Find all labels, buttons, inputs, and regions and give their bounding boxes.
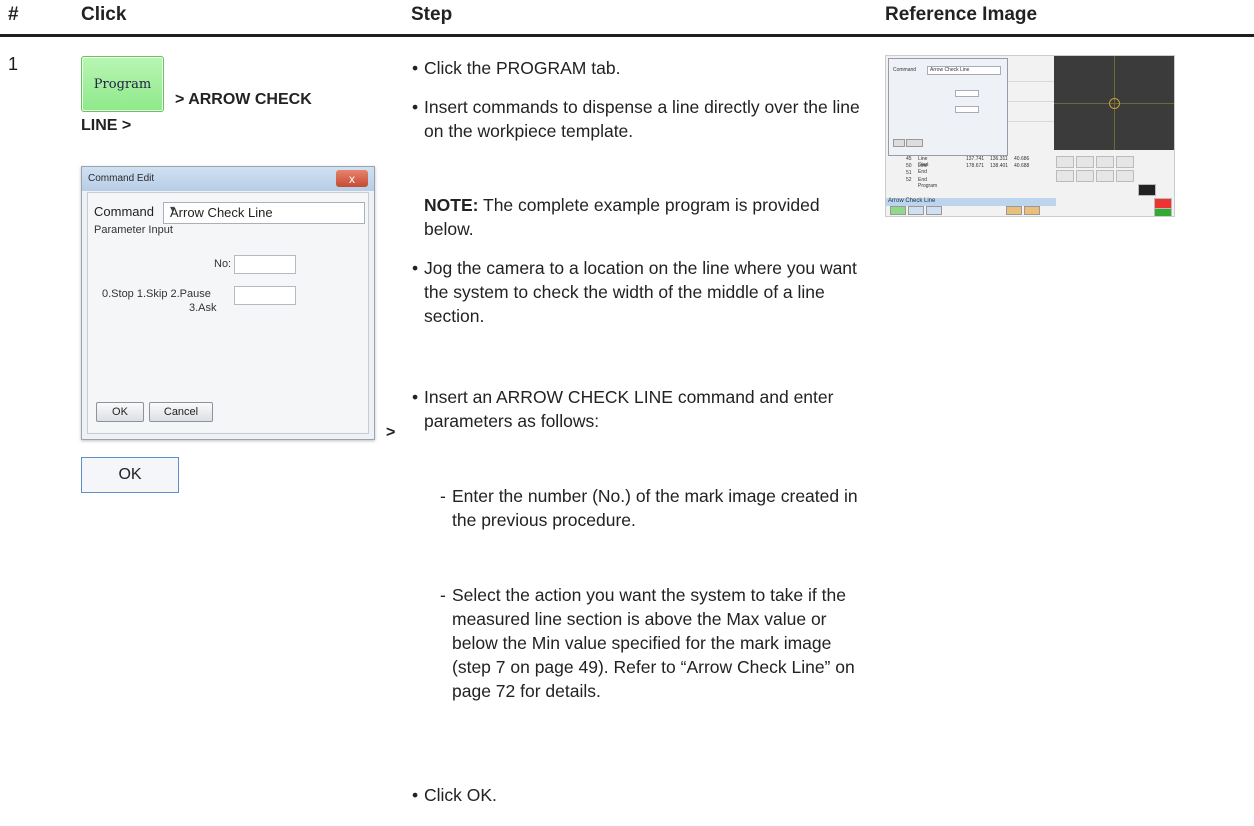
close-icon[interactable]: x: [336, 170, 368, 187]
column-header-number: #: [8, 4, 19, 25]
mini-ok-button: [893, 139, 905, 147]
dialog-title: Command Edit: [88, 173, 155, 184]
cell: 50: [906, 163, 912, 169]
mini-status-bar: Arrow Check Line: [886, 198, 1056, 206]
mini-field: [955, 90, 979, 97]
cell: 52: [906, 177, 912, 183]
mini-command-value: Arrow Check Line: [930, 67, 970, 73]
column-header-step: Step: [411, 4, 453, 25]
cell: 137.741: [966, 156, 985, 162]
key: [1096, 156, 1114, 168]
dialog-ok-button[interactable]: OK: [96, 402, 144, 422]
column-header-reference: Reference Image: [885, 4, 1038, 25]
step-item: • Jog the camera to a location on the li…: [412, 256, 874, 328]
header-rule: [0, 34, 1254, 37]
click-instruction-2: LINE >: [81, 117, 132, 134]
mini-field: [955, 106, 979, 113]
click-instruction-1: > ARROW CHECK: [175, 91, 312, 108]
key: [1116, 170, 1134, 182]
step-item: • Insert an ARROW CHECK LINE command and…: [412, 385, 874, 433]
no-label: No:: [214, 258, 232, 270]
cell: 45: [906, 156, 912, 162]
dialog-body: Command Arrow Check Line ▾ Parameter Inp…: [87, 192, 369, 434]
bullet-icon: •: [412, 785, 419, 805]
grid-line: [1008, 101, 1054, 102]
mini-toolbar-button: [890, 206, 906, 215]
dialog-cancel-button[interactable]: Cancel: [149, 402, 213, 422]
bullet-icon: •: [412, 58, 419, 78]
key: [1056, 170, 1074, 182]
grid-line: [1008, 81, 1054, 82]
step-item: • Click OK.: [412, 783, 874, 807]
mini-command-select: Arrow Check Line: [927, 66, 1001, 75]
mini-status-text: Arrow Check Line: [888, 198, 936, 204]
command-select[interactable]: Arrow Check Line ▾: [163, 202, 365, 224]
key: [1076, 170, 1094, 182]
sub-step-item: - Select the action you want the system …: [440, 583, 862, 703]
table-header: # Click Step Reference Image: [0, 0, 1254, 28]
click-arrow: >: [386, 424, 396, 441]
action-label-2: 3.Ask: [189, 302, 217, 314]
cell: 51: [906, 170, 912, 176]
action-label-1: 0.Stop 1.Skip 2.Pause: [102, 288, 211, 300]
step-item: • Insert commands to dispense a line dir…: [412, 95, 874, 143]
action-field[interactable]: [234, 286, 296, 305]
bullet-icon: •: [412, 258, 419, 278]
sub-step-text: Enter the number (No.) of the mark image…: [452, 486, 858, 530]
column-header-click: Click: [81, 4, 127, 25]
cell: 136.311: [990, 156, 1008, 162]
key: [1076, 156, 1094, 168]
program-tab-button[interactable]: Program: [81, 56, 164, 112]
grid-line: [1008, 121, 1054, 122]
key: [1138, 184, 1156, 196]
key: [1056, 156, 1074, 168]
camera-view: [1054, 56, 1174, 150]
command-edit-dialog: Command Edit x Command Arrow Check Line …: [81, 166, 375, 440]
cell: Line End: [918, 163, 928, 175]
dash-icon: -: [440, 585, 446, 605]
chevron-down-icon: ▾: [170, 204, 176, 215]
cell: 138.401: [990, 163, 1009, 169]
sub-step-text: Select the action you want the system to…: [452, 585, 855, 701]
dialog-title-bar: Command Edit x: [82, 167, 374, 191]
mini-command-label: Command: [893, 67, 917, 73]
crosshair-circle-icon: [1109, 98, 1120, 109]
mini-cancel-button: [906, 139, 923, 147]
note-text: The complete example program is provided…: [424, 195, 820, 239]
mini-command-edit-dialog: Command Arrow Check Line: [888, 58, 1008, 156]
dash-icon: -: [440, 486, 446, 506]
cell: End Program: [918, 177, 938, 189]
key: [1116, 156, 1134, 168]
step-text: Click the PROGRAM tab.: [424, 58, 621, 78]
bullet-icon: •: [412, 387, 419, 407]
mini-toolbar-button: [1024, 206, 1040, 215]
mini-toolbar-button: [1006, 206, 1022, 215]
no-field[interactable]: [234, 255, 296, 274]
note: NOTE: The complete example program is pr…: [424, 193, 874, 241]
cell: 40.686: [1014, 156, 1030, 162]
sub-step-item: - Enter the number (No.) of the mark ima…: [440, 484, 874, 532]
row-number: 1: [8, 54, 19, 74]
mini-toolbar-button: [908, 206, 924, 215]
step-text: Insert commands to dispense a line direc…: [424, 97, 860, 141]
step-text: Click OK.: [424, 785, 497, 805]
cell: 178.671: [966, 163, 985, 169]
step-item: • Click the PROGRAM tab.: [412, 56, 874, 80]
reference-image: Command Arrow Check Line 45 Line Start 1…: [885, 55, 1175, 217]
cell: 40.688: [1014, 163, 1030, 169]
parameter-input-label: Parameter Input: [94, 224, 173, 236]
step-text: Jog the camera to a location on the line…: [424, 258, 857, 326]
step-text: Insert an ARROW CHECK LINE command and e…: [424, 387, 834, 431]
note-label: NOTE:: [424, 195, 479, 215]
key: [1096, 170, 1114, 182]
command-label: Command: [94, 204, 154, 219]
mini-toolbar-button: [926, 206, 942, 215]
key: [1154, 208, 1172, 216]
bullet-icon: •: [412, 97, 419, 117]
ok-button[interactable]: OK: [81, 457, 179, 493]
